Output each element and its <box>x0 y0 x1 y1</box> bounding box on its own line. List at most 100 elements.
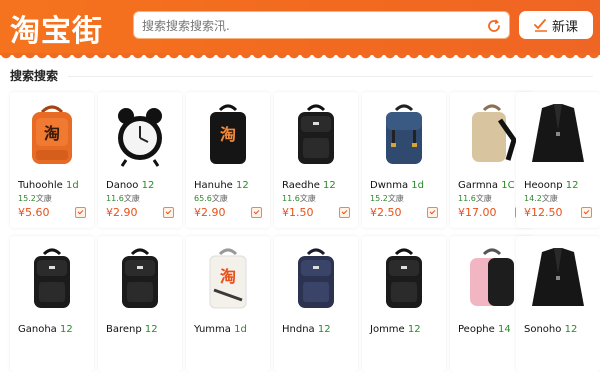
product-price: ¥5.60 <box>18 206 50 219</box>
product-name[interactable]: Ganoha 12 <box>18 324 73 335</box>
search-button[interactable] <box>483 15 505 37</box>
product-name[interactable]: Barenp 12 <box>106 324 158 335</box>
product-card[interactable]: Jomme 12 <box>362 236 446 372</box>
product-sales-unit: 文康 <box>123 194 140 203</box>
product-name-number: 12 <box>407 324 421 335</box>
product-name-number: 12 <box>141 180 155 191</box>
add-to-cart-icon[interactable] <box>251 207 262 218</box>
add-to-cart-icon[interactable] <box>339 207 350 218</box>
add-to-cart-icon[interactable] <box>163 207 174 218</box>
product-name-text: Tuhoohle <box>18 180 63 191</box>
new-button-label: 新课 <box>551 19 578 35</box>
product-name-text: Hanuhe <box>194 180 233 191</box>
product-name-number: 12 <box>60 324 73 335</box>
product-price: ¥1.50 <box>282 206 314 219</box>
product-price: ¥12.50 <box>524 206 563 219</box>
check-pen-icon <box>534 18 548 32</box>
product-card[interactable]: Danoo 12 11.6文康 ¥2.90 <box>98 92 182 228</box>
product-name[interactable]: Danoo 12 <box>106 180 154 191</box>
product-card[interactable]: Raedhe 12 11.6文康 ¥1.50 <box>274 92 358 228</box>
product-sales-unit: 文康 <box>387 194 404 203</box>
black-bag-icon[interactable]: 淘 <box>186 92 270 178</box>
product-card[interactable]: Ganoha 12 <box>10 236 94 372</box>
product-card[interactable]: 淘 Tuhoohle 1d 15.2文康 ¥5.60 <box>10 92 94 228</box>
product-card[interactable]: Heoonp 12 14.2文康 ¥12.50 <box>516 92 600 228</box>
product-name-text: Danoo <box>106 180 139 191</box>
product-name-text: Hndna <box>282 324 315 335</box>
search-input[interactable] <box>142 17 472 35</box>
product-card[interactable]: Sonoho 12 <box>516 236 600 372</box>
product-sales-number: 14.2 <box>524 194 542 203</box>
product-card[interactable]: Barenp 12 <box>98 236 182 372</box>
product-name[interactable]: Sonoho 12 <box>524 324 577 335</box>
product-name-number: 1d <box>65 180 79 191</box>
product-name-number: 1C <box>501 180 515 191</box>
app-header: 淘宝街 新课 <box>0 0 600 59</box>
product-sales: 11.6文康 <box>458 193 492 204</box>
svg-text:淘: 淘 <box>220 267 236 286</box>
navy-backpack-icon[interactable] <box>274 236 358 322</box>
add-to-cart-icon[interactable] <box>581 207 592 218</box>
product-name-number: 12 <box>323 180 336 191</box>
svg-text:淘: 淘 <box>44 124 60 143</box>
product-name[interactable]: Garmna 1C <box>458 180 515 191</box>
product-sales-unit: 文康 <box>475 194 492 203</box>
product-card[interactable]: Dwnma 1d 15.2文康 ¥2.50 <box>362 92 446 228</box>
product-name-text: Barenp <box>106 324 142 335</box>
product-sales-unit: 文康 <box>35 194 52 203</box>
product-name[interactable]: Yumma 1d <box>194 324 247 335</box>
product-name-number: 1d <box>234 324 247 335</box>
product-card[interactable]: 淘 Hanuhe 12 65.6文康 ¥2.90 <box>186 92 270 228</box>
product-sales-number: 15.2 <box>18 194 36 203</box>
product-name-number: 12 <box>564 324 578 335</box>
product-price: ¥2.90 <box>106 206 138 219</box>
product-name[interactable]: Tuhoohle 1d <box>18 180 79 191</box>
product-name-text: Heoonp <box>524 180 563 191</box>
product-sales: 65.6文康 <box>194 193 228 204</box>
alarm-clock-icon[interactable] <box>98 92 182 178</box>
product-name[interactable]: Raedhe 12 <box>282 180 336 191</box>
section-title: 搜索搜索 <box>10 69 59 83</box>
black-blazer-icon[interactable] <box>516 92 600 178</box>
refresh-search-icon <box>488 19 500 32</box>
product-card[interactable]: Hndna 12 <box>274 236 358 372</box>
product-name[interactable]: Dwnma 1d <box>370 180 424 191</box>
product-price: ¥2.90 <box>194 206 226 219</box>
add-to-cart-icon[interactable] <box>427 207 438 218</box>
product-name[interactable]: Jomme 12 <box>370 324 421 335</box>
product-name-text: Dwnma <box>370 180 409 191</box>
black-backpack-icon[interactable] <box>274 92 358 178</box>
product-sales-number: 11.6 <box>458 194 476 203</box>
product-name-number: 12 <box>236 180 249 191</box>
add-to-cart-icon[interactable] <box>75 207 86 218</box>
app-logo[interactable]: 淘宝街 <box>10 6 103 50</box>
new-button[interactable]: 新课 <box>519 11 593 39</box>
product-name-number: 12 <box>317 324 331 335</box>
product-card[interactable]: 淘 Yumma 1d <box>186 236 270 372</box>
product-sales-number: 11.6 <box>282 194 300 203</box>
search-bar[interactable] <box>133 11 510 39</box>
black-backpack-icon[interactable] <box>10 236 94 322</box>
product-name-text: Peophe <box>458 324 495 335</box>
white-bag-icon[interactable]: 淘 <box>186 236 270 322</box>
product-name-number: 12 <box>144 324 158 335</box>
product-name[interactable]: Heoonp 12 <box>524 180 579 191</box>
product-name-text: Raedhe <box>282 180 320 191</box>
product-name-number: 1d <box>411 180 424 191</box>
blue-backpack-icon[interactable] <box>362 92 446 178</box>
product-sales-number: 65.6 <box>194 194 212 203</box>
product-name[interactable]: Peophe 14 <box>458 324 511 335</box>
product-name-text: Garmna <box>458 180 499 191</box>
product-name[interactable]: Hanuhe 12 <box>194 180 249 191</box>
orange-backpack-icon[interactable]: 淘 <box>10 92 94 178</box>
product-sales-number: 15.2 <box>370 194 388 203</box>
product-name-text: Jomme <box>370 324 405 335</box>
black-backpack-icon[interactable] <box>98 236 182 322</box>
product-price: ¥17.00 <box>458 206 497 219</box>
svg-text:淘: 淘 <box>220 125 236 144</box>
black-backpack-icon[interactable] <box>362 236 446 322</box>
black-blazer-icon[interactable] <box>516 236 600 322</box>
product-sales: 15.2文康 <box>370 193 404 204</box>
product-name[interactable]: Hndna 12 <box>282 324 331 335</box>
product-sales: 11.6文康 <box>106 193 140 204</box>
